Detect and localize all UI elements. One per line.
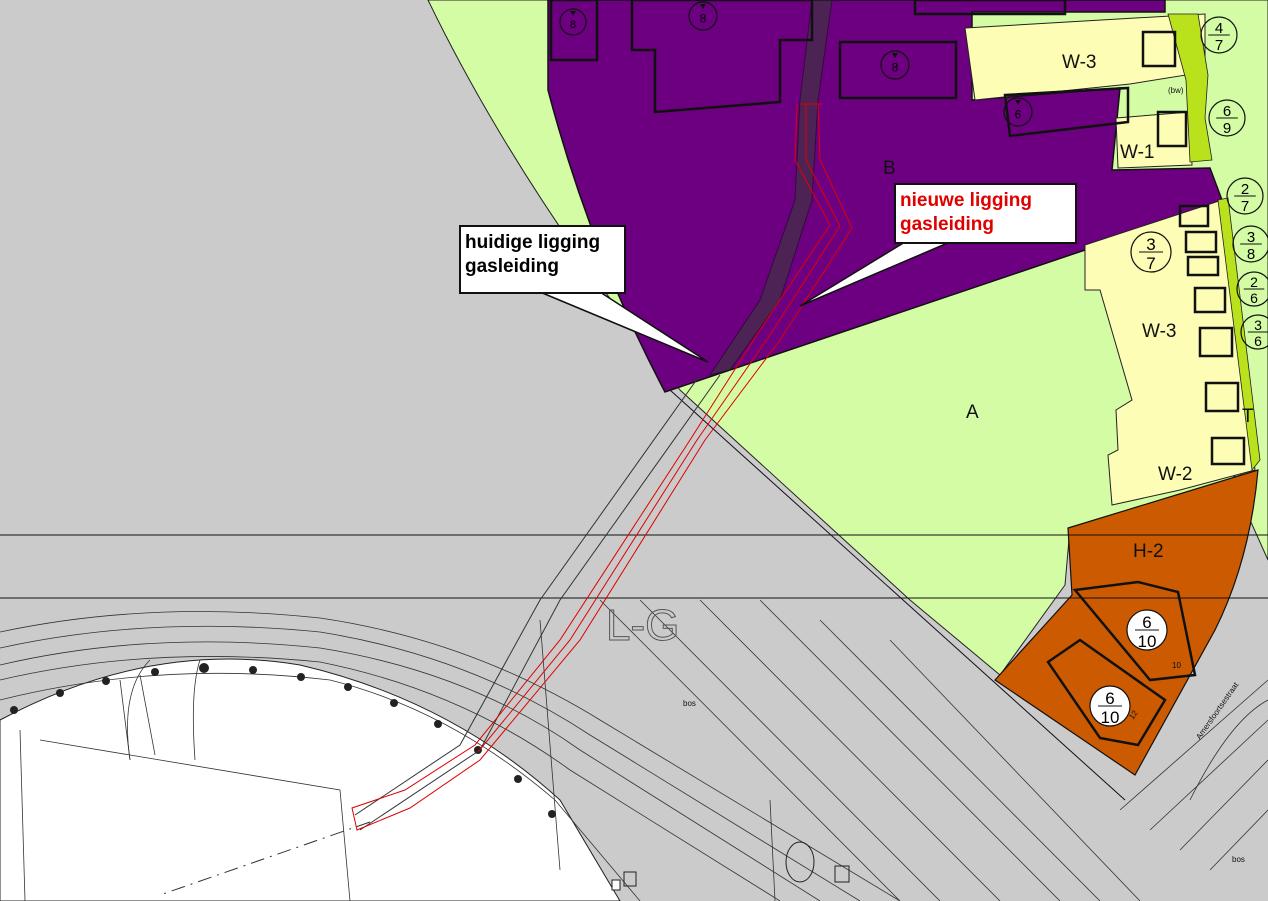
marker-bottom: 9 xyxy=(1223,120,1231,137)
marker-bottom: 6 xyxy=(1254,333,1262,349)
marker-bottom: 6 xyxy=(1250,290,1258,306)
zone-label-h2: H-2 xyxy=(1133,541,1164,562)
marker-bottom: 8 xyxy=(1247,246,1255,263)
marker-bottom: 7 xyxy=(1241,198,1249,215)
marker-bottom: 7 xyxy=(1215,37,1223,54)
label-bw: (bw) xyxy=(1168,86,1184,95)
height-marker: 610 xyxy=(1126,609,1168,651)
zone-label-w3-top: W-3 xyxy=(1062,52,1096,73)
label-bos-2: bos xyxy=(1232,855,1245,864)
marker-top: 4 xyxy=(1215,20,1223,37)
zone-label-a: A xyxy=(966,402,979,423)
label-street: Amersfoortsestraat xyxy=(1194,680,1241,741)
marker-top: 2 xyxy=(1250,274,1258,290)
marker-top: 6 xyxy=(1223,103,1231,120)
marker-value: 6 xyxy=(1015,108,1022,122)
callout-new-line2: gasleiding xyxy=(900,214,994,235)
callout-new-pipeline: nieuwe ligging gasleiding xyxy=(894,183,1077,244)
marker-top: 3 xyxy=(1146,235,1155,254)
label-lg: L-G xyxy=(606,601,679,650)
callout-current-line2: gasleiding xyxy=(465,256,559,277)
marker-top: 3 xyxy=(1247,229,1255,246)
zone-label-t: T xyxy=(1242,406,1254,427)
marker-top: 6 xyxy=(1142,613,1151,632)
zone-label-w1: W-1 xyxy=(1120,142,1154,163)
marker-bottom: 7 xyxy=(1146,254,1155,273)
zoning-map: B A W-3 W-1 W-3 W-2 H-2 T (bw) L-G bos b… xyxy=(0,0,1268,901)
marker-value: 8 xyxy=(570,19,576,31)
marker-bottom: 10 xyxy=(1101,708,1120,727)
label-bos-1: bos xyxy=(683,699,696,708)
zone-label-b: B xyxy=(883,158,896,179)
zone-label-w3-mid: W-3 xyxy=(1142,321,1176,342)
marker-top: 6 xyxy=(1105,689,1114,708)
marker-top: 3 xyxy=(1254,317,1262,333)
marker-value: 8 xyxy=(700,12,707,26)
zone-label-w2: W-2 xyxy=(1158,464,1192,485)
white-area xyxy=(0,658,621,901)
marker-value: 8 xyxy=(892,61,899,75)
callout-new-line1: nieuwe ligging xyxy=(900,190,1032,211)
height-marker: 610 xyxy=(1089,685,1131,727)
marker-top: 2 xyxy=(1241,181,1249,198)
callout-current-line1: huidige ligging xyxy=(465,232,601,253)
marker-bottom: 10 xyxy=(1138,632,1157,651)
label-10: 10 xyxy=(1172,661,1181,670)
callout-current-pipeline: huidige ligging gasleiding xyxy=(459,225,626,294)
